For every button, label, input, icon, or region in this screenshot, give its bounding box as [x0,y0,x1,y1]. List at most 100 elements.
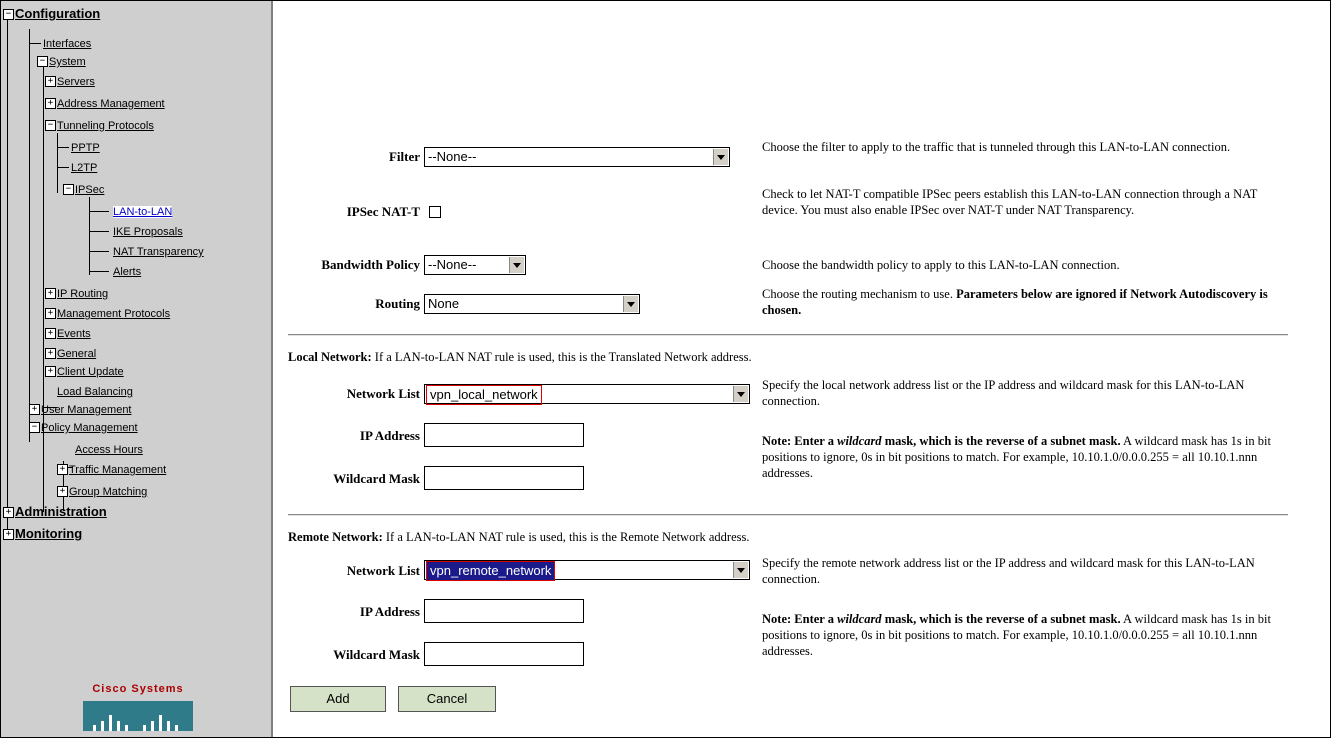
tree-management-protocols[interactable]: + Management Protocols [45,305,170,322]
tree-ip-routing[interactable]: + IP Routing [45,285,108,302]
remote-wildcard-mask-input[interactable] [424,642,584,666]
tree-client-update[interactable]: + Client Update [45,363,124,380]
bandwidth-policy-label: Bandwidth Policy [321,257,420,272]
tree-line [43,67,44,512]
tree-nat-transparency[interactable]: NAT Transparency [113,243,204,260]
tree-tunneling-protocols-link[interactable]: Tunneling Protocols [57,120,154,132]
tree-system-link[interactable]: System [49,56,86,68]
expand-icon[interactable]: + [29,404,40,416]
collapse-icon[interactable]: − [45,120,56,132]
routing-help-text: Choose the routing mechanism to use. [762,287,953,301]
tree-traffic-management[interactable]: + Traffic Management [57,461,166,478]
tree-administration-link[interactable]: Administration [15,504,107,519]
tree-pptp-link[interactable]: PPTP [71,142,100,154]
add-button[interactable]: Add [290,686,386,712]
tree-lan-to-lan-link[interactable]: LAN-to-LAN [113,206,173,218]
tree-alerts-link[interactable]: Alerts [113,266,141,278]
tree-line [57,133,58,193]
local-network-list-select[interactable]: vpn_local_network [424,384,750,405]
expand-icon[interactable]: + [45,348,56,360]
tree-monitoring-link[interactable]: Monitoring [15,526,82,541]
tree-l2tp[interactable]: L2TP [71,159,97,176]
expand-icon[interactable]: + [45,76,56,88]
tree-nat-transparency-link[interactable]: NAT Transparency [113,246,204,258]
tree-policy-management[interactable]: − Policy Management [29,419,138,436]
local-network-desc: If a LAN-to-LAN NAT rule is used, this i… [374,350,752,364]
tree-tunneling-protocols[interactable]: − Tunneling Protocols [45,117,154,134]
expand-icon[interactable]: + [45,328,56,340]
tree-general-link[interactable]: General [57,348,96,360]
local-network-title: Local Network: If a LAN-to-LAN NAT rule … [288,350,752,365]
tree-ipsec[interactable]: − IPSec [63,181,104,198]
tree-management-protocols-link[interactable]: Management Protocols [57,308,170,320]
tree-ike-proposals-link[interactable]: IKE Proposals [113,226,183,238]
tree-servers-link[interactable]: Servers [57,76,95,88]
tree-configuration-link[interactable]: Configuration [15,6,100,21]
tree-alerts[interactable]: Alerts [113,263,141,280]
tree-group-matching[interactable]: + Group Matching [57,483,147,500]
tree-pptp[interactable]: PPTP [71,139,100,156]
collapse-icon[interactable]: − [63,184,74,196]
tree-traffic-management-link[interactable]: Traffic Management [69,464,166,476]
tree-events-link[interactable]: Events [57,328,91,340]
tree-address-management-link[interactable]: Address Management [57,98,165,110]
tree-line [89,231,109,232]
remote-network-list-select[interactable]: vpn_remote_network [424,560,750,581]
chevron-down-icon[interactable] [733,562,748,578]
local-wildcard-mask-input[interactable] [424,466,584,490]
tree-group-matching-link[interactable]: Group Matching [69,486,147,498]
ipsec-nat-t-label: IPSec NAT-T [346,204,420,219]
tree-events[interactable]: + Events [45,325,91,342]
expand-icon[interactable]: + [57,486,68,498]
collapse-icon[interactable]: − [37,56,48,68]
tree-l2tp-link[interactable]: L2TP [71,162,97,174]
remote-network-desc: If a LAN-to-LAN NAT rule is used, this i… [385,530,750,544]
expand-icon[interactable]: + [45,288,56,300]
routing-select[interactable]: None [424,294,640,314]
expand-icon[interactable]: + [45,308,56,320]
expand-icon[interactable]: + [3,529,14,541]
tree-ip-routing-link[interactable]: IP Routing [57,288,108,300]
local-ip-address-label: IP Address [359,428,420,443]
collapse-icon[interactable]: − [29,422,40,434]
tree-configuration[interactable]: − Configuration [3,5,100,22]
tree-lan-to-lan[interactable]: LAN-to-LAN [113,203,173,220]
expand-icon[interactable]: + [45,366,56,378]
filter-select[interactable]: --None-- [424,147,730,167]
tree-servers[interactable]: + Servers [45,73,95,90]
expand-icon[interactable]: + [57,464,68,476]
chevron-down-icon[interactable] [713,149,728,165]
tree-interfaces-link[interactable]: Interfaces [43,38,91,50]
collapse-icon[interactable]: − [3,9,14,21]
bandwidth-policy-help: Choose the bandwidth policy to apply to … [762,258,1120,272]
tree-general[interactable]: + General [45,345,96,362]
chevron-down-icon[interactable] [733,386,748,402]
tree-policy-management-link[interactable]: Policy Management [41,422,138,434]
tree-load-balancing[interactable]: Load Balancing [57,383,133,400]
expand-icon[interactable]: + [3,507,14,519]
tree-ipsec-link[interactable]: IPSec [75,184,104,196]
bandwidth-policy-value: --None-- [428,257,477,272]
chevron-down-icon[interactable] [623,296,638,312]
tree-administration[interactable]: + Administration [3,503,107,520]
tree-ike-proposals[interactable]: IKE Proposals [113,223,183,240]
tree-system[interactable]: − System [37,53,86,70]
tree-user-management-link[interactable]: User Management [41,404,132,416]
tree-client-update-link[interactable]: Client Update [57,366,124,378]
cancel-button[interactable]: Cancel [398,686,496,712]
tree-load-balancing-link[interactable]: Load Balancing [57,386,133,398]
bandwidth-policy-select[interactable]: --None-- [424,255,526,275]
chevron-down-icon[interactable] [509,257,524,273]
tree-address-management[interactable]: + Address Management [45,95,165,112]
remote-ip-address-input[interactable] [424,599,584,623]
tree-line [89,251,109,252]
local-ip-address-input[interactable] [424,423,584,447]
tree-interfaces[interactable]: Interfaces [43,35,91,52]
tree-monitoring[interactable]: + Monitoring [3,525,82,542]
ipsec-nat-t-checkbox[interactable] [429,206,441,218]
tree-user-management[interactable]: + User Management [29,401,132,418]
tree-access-hours[interactable]: Access Hours [75,441,143,458]
tree-access-hours-link[interactable]: Access Hours [75,444,143,456]
tree-line [7,13,8,539]
expand-icon[interactable]: + [45,98,56,110]
